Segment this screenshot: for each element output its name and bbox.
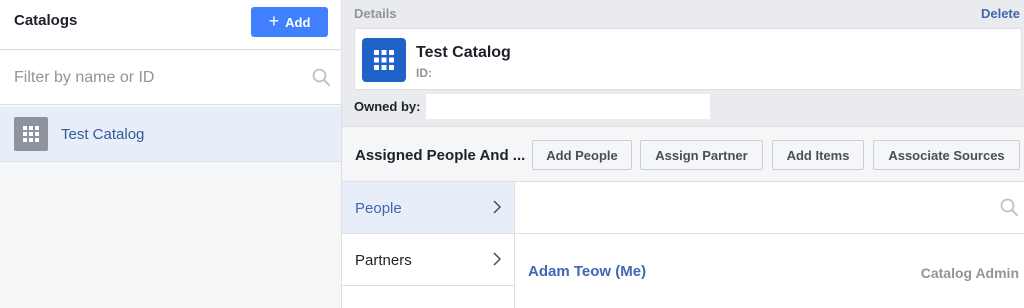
owned-by-value [426,94,710,119]
people-search-bar [515,182,1024,234]
filter-bar [0,51,341,105]
catalog-name: Test Catalog [61,126,145,143]
catalogs-title: Catalogs [14,12,78,29]
grid-icon [14,117,48,151]
add-button-label: Add [285,14,311,30]
delete-link[interactable]: Delete [981,6,1020,21]
add-catalog-button[interactable]: + Add [251,7,328,37]
catalog-manager: Catalogs + Add Test Catalog [0,0,1024,308]
people-list: Adam Teow (Me) Catalog Admin [515,182,1024,308]
tab-label: Partners [355,252,412,269]
assigned-toolbar: Assigned People And ... Add People Assig… [342,126,1024,182]
list-item: Adam Teow (Me) Catalog Admin [515,234,1024,308]
chevron-right-icon [492,199,502,220]
assign-partner-button[interactable]: Assign Partner [640,140,763,170]
catalog-id-label: ID: [416,66,432,80]
plus-icon: + [268,11,280,31]
filter-input[interactable] [0,51,300,104]
assignment-tabs: People Partners [342,182,515,308]
tab-partners[interactable]: Partners [342,234,514,286]
catalog-title: Test Catalog [416,44,511,61]
owned-by-label: Owned by: [354,99,421,114]
details-panel: Details Delete Test Catalog ID: Owned by… [342,0,1024,308]
catalog-card: Test Catalog ID: [354,28,1022,90]
add-people-button[interactable]: Add People [532,140,632,170]
people-search-input[interactable] [515,182,985,233]
associate-sources-button[interactable]: Associate Sources [873,140,1020,170]
assigned-title: Assigned People And ... [355,147,526,164]
details-label: Details [354,6,397,21]
chevron-right-icon [492,251,502,272]
tab-label: People [355,200,402,217]
catalog-list-item[interactable]: Test Catalog [0,107,341,162]
person-role: Catalog Admin [920,265,1019,281]
grid-icon [362,38,406,82]
tab-people[interactable]: People [342,182,514,234]
person-name-link[interactable]: Adam Teow (Me) [528,263,646,280]
search-icon[interactable] [312,68,330,91]
catalogs-header: Catalogs + Add [0,0,341,50]
catalogs-panel: Catalogs + Add Test Catalog [0,0,342,308]
search-icon[interactable] [1000,198,1018,221]
add-items-button[interactable]: Add Items [772,140,864,170]
